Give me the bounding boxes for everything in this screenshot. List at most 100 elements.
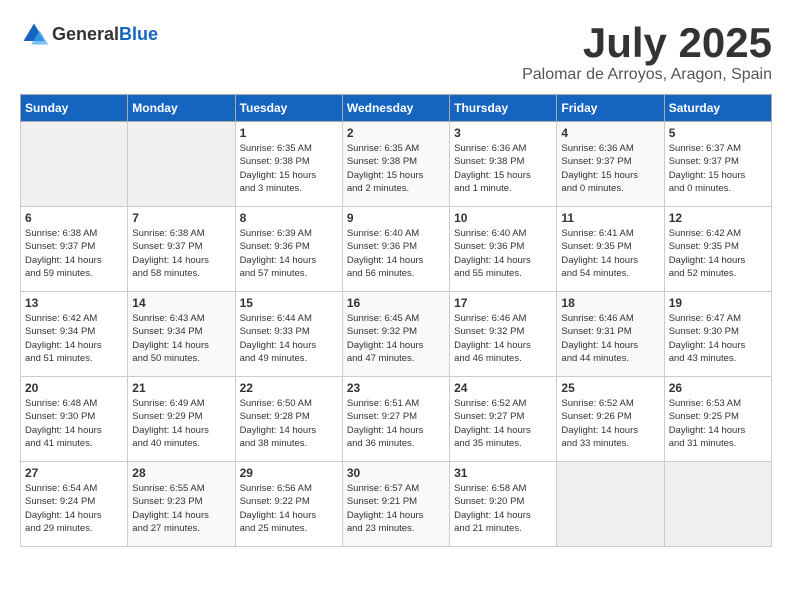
day-info: Sunrise: 6:37 AM Sunset: 9:37 PM Dayligh…	[669, 142, 767, 195]
calendar-cell: 15Sunrise: 6:44 AM Sunset: 9:33 PM Dayli…	[235, 292, 342, 377]
header-friday: Friday	[557, 95, 664, 122]
calendar-cell	[664, 462, 771, 547]
day-number: 22	[240, 381, 338, 395]
calendar-cell: 24 Sunrise: 6:52 AM Sunset: 9:27 PM Dayli…	[450, 377, 557, 462]
calendar-cell: 14 Sunrise: 6:43 AM Sunset: 9:34 PM Dayli…	[128, 292, 235, 377]
calendar-cell: 4 Sunrise: 6:36 AM Sunset: 9:37 PM Daylig…	[557, 122, 664, 207]
day-number: 6	[25, 211, 123, 225]
day-number: 17	[454, 296, 552, 310]
day-number: 11	[561, 211, 659, 225]
header-wednesday: Wednesday	[342, 95, 449, 122]
day-number: 16	[347, 296, 445, 310]
calendar-cell: 20 Sunrise: 6:48 AM Sunset: 9:30 PM Dayli…	[21, 377, 128, 462]
day-info: Sunrise: 6:48 AM Sunset: 9:30 PM Dayligh…	[25, 397, 123, 450]
header-thursday: Thursday	[450, 95, 557, 122]
title-area: July 2025 Palomar de Arroyos, Aragon, Sp…	[522, 20, 772, 84]
day-info: Sunrise: 6:42 AM Sunset: 9:35 PM Dayligh…	[669, 227, 767, 280]
calendar-week-row: 1 Sunrise: 6:35 AM Sunset: 9:38 PM Daylig…	[21, 122, 772, 207]
day-info: Sunrise: 6:57 AM Sunset: 9:21 PM Dayligh…	[347, 482, 445, 535]
calendar-cell: 6Sunrise: 6:38 AM Sunset: 9:37 PM Daylig…	[21, 207, 128, 292]
day-number: 8	[240, 211, 338, 225]
header-sunday: Sunday	[21, 95, 128, 122]
day-info: Sunrise: 6:42 AM Sunset: 9:34 PM Dayligh…	[25, 312, 123, 365]
day-number: 28	[132, 466, 230, 480]
day-number: 20	[25, 381, 123, 395]
day-number: 18	[561, 296, 659, 310]
day-number: 4	[561, 126, 659, 140]
day-info: Sunrise: 6:40 AM Sunset: 9:36 PM Dayligh…	[454, 227, 552, 280]
day-number: 3	[454, 126, 552, 140]
day-number: 19	[669, 296, 767, 310]
day-info: Sunrise: 6:54 AM Sunset: 9:24 PM Dayligh…	[25, 482, 123, 535]
month-title: July 2025	[522, 20, 772, 66]
calendar-cell: 11 Sunrise: 6:41 AM Sunset: 9:35 PM Dayli…	[557, 207, 664, 292]
calendar-cell: 17 Sunrise: 6:46 AM Sunset: 9:32 PM Dayli…	[450, 292, 557, 377]
calendar-cell: 1 Sunrise: 6:35 AM Sunset: 9:38 PM Daylig…	[235, 122, 342, 207]
calendar-cell: 7 Sunrise: 6:38 AM Sunset: 9:37 PM Daylig…	[128, 207, 235, 292]
calendar-cell: 29Sunrise: 6:56 AM Sunset: 9:22 PM Dayli…	[235, 462, 342, 547]
calendar-cell	[21, 122, 128, 207]
day-info: Sunrise: 6:53 AM Sunset: 9:25 PM Dayligh…	[669, 397, 767, 450]
day-info: Sunrise: 6:46 AM Sunset: 9:31 PM Dayligh…	[561, 312, 659, 365]
calendar-cell: 27 Sunrise: 6:54 AM Sunset: 9:24 PM Dayli…	[21, 462, 128, 547]
day-number: 12	[669, 211, 767, 225]
calendar-header-row: SundayMondayTuesdayWednesdayThursdayFrid…	[21, 95, 772, 122]
day-info: Sunrise: 6:39 AM Sunset: 9:36 PM Dayligh…	[240, 227, 338, 280]
calendar-cell: 21 Sunrise: 6:49 AM Sunset: 9:29 PM Dayli…	[128, 377, 235, 462]
calendar-cell: 13 Sunrise: 6:42 AM Sunset: 9:34 PM Dayli…	[21, 292, 128, 377]
day-number: 1	[240, 126, 338, 140]
day-info: Sunrise: 6:40 AM Sunset: 9:36 PM Dayligh…	[347, 227, 445, 280]
calendar-cell: 2Sunrise: 6:35 AM Sunset: 9:38 PM Daylig…	[342, 122, 449, 207]
day-info: Sunrise: 6:43 AM Sunset: 9:34 PM Dayligh…	[132, 312, 230, 365]
day-number: 26	[669, 381, 767, 395]
day-number: 5	[669, 126, 767, 140]
day-number: 24	[454, 381, 552, 395]
logo-blue: Blue	[119, 24, 158, 44]
day-info: Sunrise: 6:45 AM Sunset: 9:32 PM Dayligh…	[347, 312, 445, 365]
day-number: 21	[132, 381, 230, 395]
day-info: Sunrise: 6:36 AM Sunset: 9:37 PM Dayligh…	[561, 142, 659, 195]
logo-text: GeneralBlue	[52, 24, 158, 45]
day-number: 27	[25, 466, 123, 480]
calendar-cell: 19 Sunrise: 6:47 AM Sunset: 9:30 PM Dayli…	[664, 292, 771, 377]
calendar-cell: 23Sunrise: 6:51 AM Sunset: 9:27 PM Dayli…	[342, 377, 449, 462]
day-number: 7	[132, 211, 230, 225]
day-info: Sunrise: 6:44 AM Sunset: 9:33 PM Dayligh…	[240, 312, 338, 365]
calendar-cell: 28 Sunrise: 6:55 AM Sunset: 9:23 PM Dayli…	[128, 462, 235, 547]
day-info: Sunrise: 6:58 AM Sunset: 9:20 PM Dayligh…	[454, 482, 552, 535]
day-info: Sunrise: 6:36 AM Sunset: 9:38 PM Dayligh…	[454, 142, 552, 195]
day-number: 14	[132, 296, 230, 310]
calendar-cell: 25Sunrise: 6:52 AM Sunset: 9:26 PM Dayli…	[557, 377, 664, 462]
calendar-cell: 16 Sunrise: 6:45 AM Sunset: 9:32 PM Dayli…	[342, 292, 449, 377]
day-info: Sunrise: 6:49 AM Sunset: 9:29 PM Dayligh…	[132, 397, 230, 450]
day-number: 31	[454, 466, 552, 480]
day-number: 2	[347, 126, 445, 140]
day-info: Sunrise: 6:50 AM Sunset: 9:28 PM Dayligh…	[240, 397, 338, 450]
day-info: Sunrise: 6:55 AM Sunset: 9:23 PM Dayligh…	[132, 482, 230, 535]
calendar-table: SundayMondayTuesdayWednesdayThursdayFrid…	[20, 94, 772, 547]
logo-icon	[20, 20, 48, 48]
day-info: Sunrise: 6:46 AM Sunset: 9:32 PM Dayligh…	[454, 312, 552, 365]
calendar-cell: 26 Sunrise: 6:53 AM Sunset: 9:25 PM Dayli…	[664, 377, 771, 462]
day-info: Sunrise: 6:41 AM Sunset: 9:35 PM Dayligh…	[561, 227, 659, 280]
day-info: Sunrise: 6:51 AM Sunset: 9:27 PM Dayligh…	[347, 397, 445, 450]
calendar-cell: 3 Sunrise: 6:36 AM Sunset: 9:38 PM Daylig…	[450, 122, 557, 207]
calendar-cell: 30 Sunrise: 6:57 AM Sunset: 9:21 PM Dayli…	[342, 462, 449, 547]
calendar-cell: 31 Sunrise: 6:58 AM Sunset: 9:20 PM Dayli…	[450, 462, 557, 547]
location-title: Palomar de Arroyos, Aragon, Spain	[522, 66, 772, 84]
day-info: Sunrise: 6:38 AM Sunset: 9:37 PM Dayligh…	[132, 227, 230, 280]
day-number: 30	[347, 466, 445, 480]
calendar-cell: 8 Sunrise: 6:39 AM Sunset: 9:36 PM Daylig…	[235, 207, 342, 292]
day-number: 25	[561, 381, 659, 395]
calendar-week-row: 20 Sunrise: 6:48 AM Sunset: 9:30 PM Dayli…	[21, 377, 772, 462]
calendar-cell: 5 Sunrise: 6:37 AM Sunset: 9:37 PM Daylig…	[664, 122, 771, 207]
day-info: Sunrise: 6:35 AM Sunset: 9:38 PM Dayligh…	[240, 142, 338, 195]
calendar-cell: 18 Sunrise: 6:46 AM Sunset: 9:31 PM Dayli…	[557, 292, 664, 377]
day-info: Sunrise: 6:52 AM Sunset: 9:27 PM Dayligh…	[454, 397, 552, 450]
day-number: 13	[25, 296, 123, 310]
calendar-week-row: 6 Sunrise: 6:38 AM Sunset: 9:37 PM Daylig…	[21, 207, 772, 292]
day-info: Sunrise: 6:47 AM Sunset: 9:30 PM Dayligh…	[669, 312, 767, 365]
day-number: 10	[454, 211, 552, 225]
calendar-cell: 10 Sunrise: 6:40 AM Sunset: 9:36 PM Dayli…	[450, 207, 557, 292]
logo: GeneralBlue	[20, 20, 158, 48]
